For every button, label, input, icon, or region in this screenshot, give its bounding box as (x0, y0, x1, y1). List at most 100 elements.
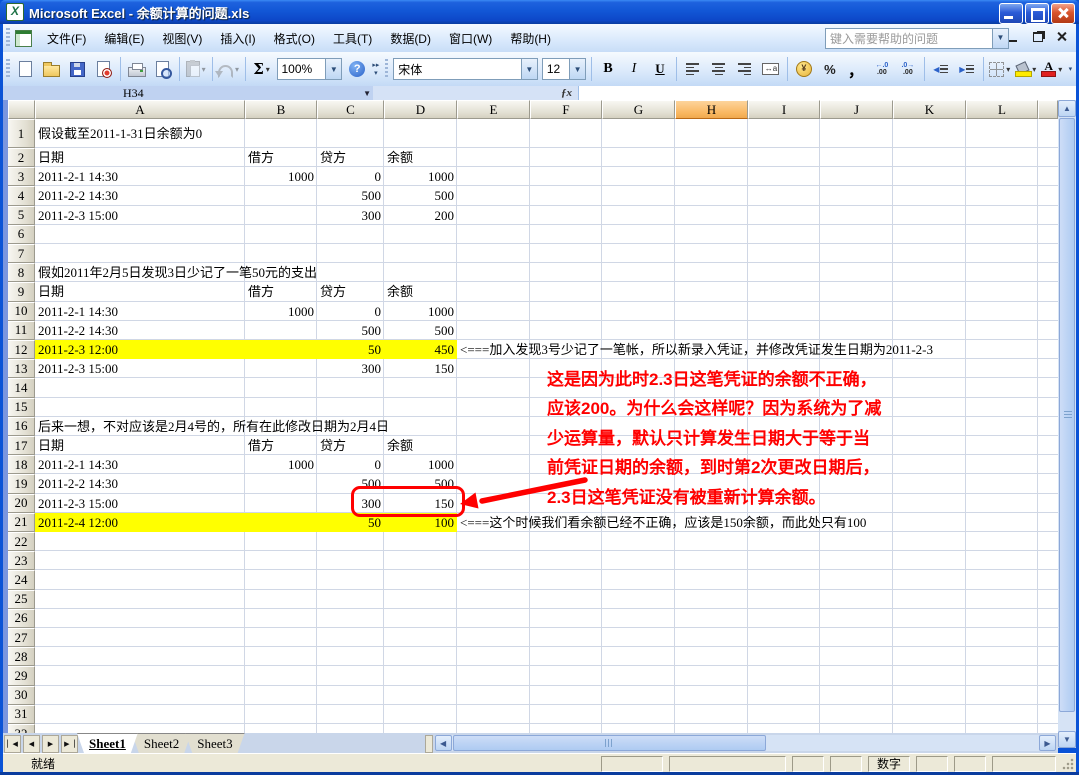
row-header-31[interactable]: 31 (8, 705, 35, 724)
menu-item-data[interactable]: 数据(D) (381, 28, 440, 50)
cell-B2[interactable]: 借方 (248, 148, 274, 167)
sheet-tab-sheet2[interactable]: Sheet2 (132, 733, 191, 753)
row-header-2[interactable]: 2 (8, 148, 35, 167)
column-header-H[interactable]: H (675, 100, 748, 119)
formula-input[interactable] (579, 86, 1076, 100)
font-size-combo[interactable]: 12 ▼ (542, 58, 586, 80)
cell-C18[interactable]: 0 (319, 455, 381, 474)
italic-button[interactable]: I (622, 57, 646, 81)
align-center-button[interactable] (707, 57, 731, 81)
cell-D11[interactable]: 500 (386, 321, 454, 340)
cell-A18[interactable]: 2011-2-1 14:30 (38, 455, 118, 474)
last-sheet-button[interactable]: ▶▕ (61, 735, 78, 753)
cell-B17[interactable]: 借方 (248, 436, 274, 455)
window-minimize-button[interactable] (999, 3, 1023, 24)
vertical-scroll-thumb[interactable] (1059, 118, 1075, 712)
row-header-28[interactable]: 28 (8, 647, 35, 666)
row-header-17[interactable]: 17 (8, 436, 35, 455)
cell-C5[interactable]: 300 (319, 206, 381, 225)
cell-A17[interactable]: 日期 (38, 436, 64, 455)
next-sheet-button[interactable]: ▶ (42, 735, 59, 753)
sheet-tab-sheet1[interactable]: Sheet1 (77, 733, 138, 753)
chevron-down-icon[interactable]: ▼ (569, 59, 585, 79)
column-header-F[interactable]: F (530, 100, 602, 119)
cell-A10[interactable]: 2011-2-1 14:30 (38, 302, 118, 321)
print-button[interactable] (125, 57, 149, 81)
borders-button[interactable]: ▾ (988, 57, 1012, 81)
fx-icon[interactable]: ƒx (561, 87, 572, 99)
bold-button[interactable]: B (596, 57, 620, 81)
menu-item-tools[interactable]: 工具(T) (324, 28, 381, 50)
chevron-down-icon[interactable]: ▼ (363, 89, 371, 98)
decrease-decimal-button[interactable]: .0→.00 (896, 57, 920, 81)
tab-split-handle[interactable] (425, 735, 433, 753)
workbook-minimize-button[interactable] (1006, 30, 1022, 44)
cell-A13[interactable]: 2011-2-3 15:00 (38, 359, 118, 378)
vertical-scrollbar[interactable]: ▲ ▼ (1058, 100, 1076, 748)
cell-A8[interactable]: 假如2011年2月5日发现3日少记了一笔50元的支出 (38, 263, 317, 282)
column-header-G[interactable]: G (602, 100, 675, 119)
cell-B10[interactable]: 1000 (247, 302, 314, 321)
menu-item-view[interactable]: 视图(V) (153, 28, 211, 50)
row-header-8[interactable]: 8 (8, 263, 35, 282)
decrease-indent-button[interactable]: ◀ (929, 57, 953, 81)
scroll-right-button[interactable]: ▶ (1039, 735, 1056, 751)
cell-A4[interactable]: 2011-2-2 14:30 (38, 186, 118, 205)
cell-C11[interactable]: 500 (319, 321, 381, 340)
cell-D13[interactable]: 150 (386, 359, 454, 378)
save-button[interactable] (66, 57, 90, 81)
cell-D9[interactable]: 余额 (387, 282, 413, 301)
row-header-16[interactable]: 16 (8, 417, 35, 436)
menu-item-file[interactable]: 文件(F) (38, 28, 95, 50)
row-header-12[interactable]: 12 (8, 340, 35, 359)
percent-style-button[interactable]: % (818, 57, 842, 81)
help-button[interactable]: ? (345, 57, 369, 81)
row-header-20[interactable]: 20 (8, 494, 35, 513)
menu-item-edit[interactable]: 编辑(E) (95, 28, 153, 50)
row-header-19[interactable]: 19 (8, 474, 35, 493)
cell-A2[interactable]: 日期 (38, 148, 64, 167)
increase-decimal-button[interactable]: ←.0.00 (870, 57, 894, 81)
row-header-29[interactable]: 29 (8, 666, 35, 685)
toolbar-options-button[interactable]: ▸▸▾ (370, 56, 381, 82)
cell-A16[interactable]: 后来一想，不对应该是2月4号的，所有在此修改日期为2月4日 (38, 417, 389, 436)
column-header-I[interactable]: I (748, 100, 820, 119)
cell-A21[interactable]: 2011-2-4 12:00 (38, 513, 118, 532)
row-header-24[interactable]: 24 (8, 570, 35, 589)
cell-C3[interactable]: 0 (319, 167, 381, 186)
currency-style-button[interactable]: ¥ (792, 57, 816, 81)
name-box[interactable]: H34 ▼ (3, 86, 373, 100)
column-header-L[interactable]: L (966, 100, 1038, 119)
cell-A1[interactable]: 假设截至2011-1-31日余额为0 (38, 119, 202, 148)
row-header-5[interactable]: 5 (8, 206, 35, 225)
column-header-partial[interactable] (1038, 100, 1058, 119)
open-button[interactable] (40, 57, 64, 81)
align-right-button[interactable] (733, 57, 757, 81)
cell-D17[interactable]: 余额 (387, 436, 413, 455)
cell-C17[interactable]: 贷方 (320, 436, 346, 455)
window-close-button[interactable] (1051, 3, 1075, 24)
first-sheet-button[interactable]: ▏◀ (4, 735, 21, 753)
toolbar-grip[interactable] (385, 59, 389, 79)
window-maximize-button[interactable] (1025, 3, 1049, 24)
row-header-15[interactable]: 15 (8, 398, 35, 417)
font-color-button[interactable]: A▾ (1040, 57, 1064, 81)
row-header-25[interactable]: 25 (8, 590, 35, 609)
chevron-down-icon[interactable]: ▼ (325, 59, 341, 79)
row-header-10[interactable]: 10 (8, 302, 35, 321)
align-left-button[interactable] (681, 57, 705, 81)
cell-C13[interactable]: 300 (319, 359, 381, 378)
cell-A9[interactable]: 日期 (38, 282, 64, 301)
merge-center-button[interactable]: ↔a (759, 57, 783, 81)
cell-C9[interactable]: 贷方 (320, 282, 346, 301)
underline-button[interactable]: U (648, 57, 672, 81)
font-name-combo[interactable]: 宋体 ▼ (393, 58, 538, 80)
paste-button[interactable]: ▾ (184, 57, 208, 81)
column-header-K[interactable]: K (893, 100, 966, 119)
horizontal-scroll-thumb[interactable] (453, 735, 766, 751)
cell-C19[interactable]: 500 (319, 474, 381, 493)
cell-D21[interactable]: 100 (386, 513, 454, 532)
cell-D12[interactable]: 450 (386, 340, 454, 359)
row-header-21[interactable]: 21 (8, 513, 35, 532)
row-header-13[interactable]: 13 (8, 359, 35, 378)
